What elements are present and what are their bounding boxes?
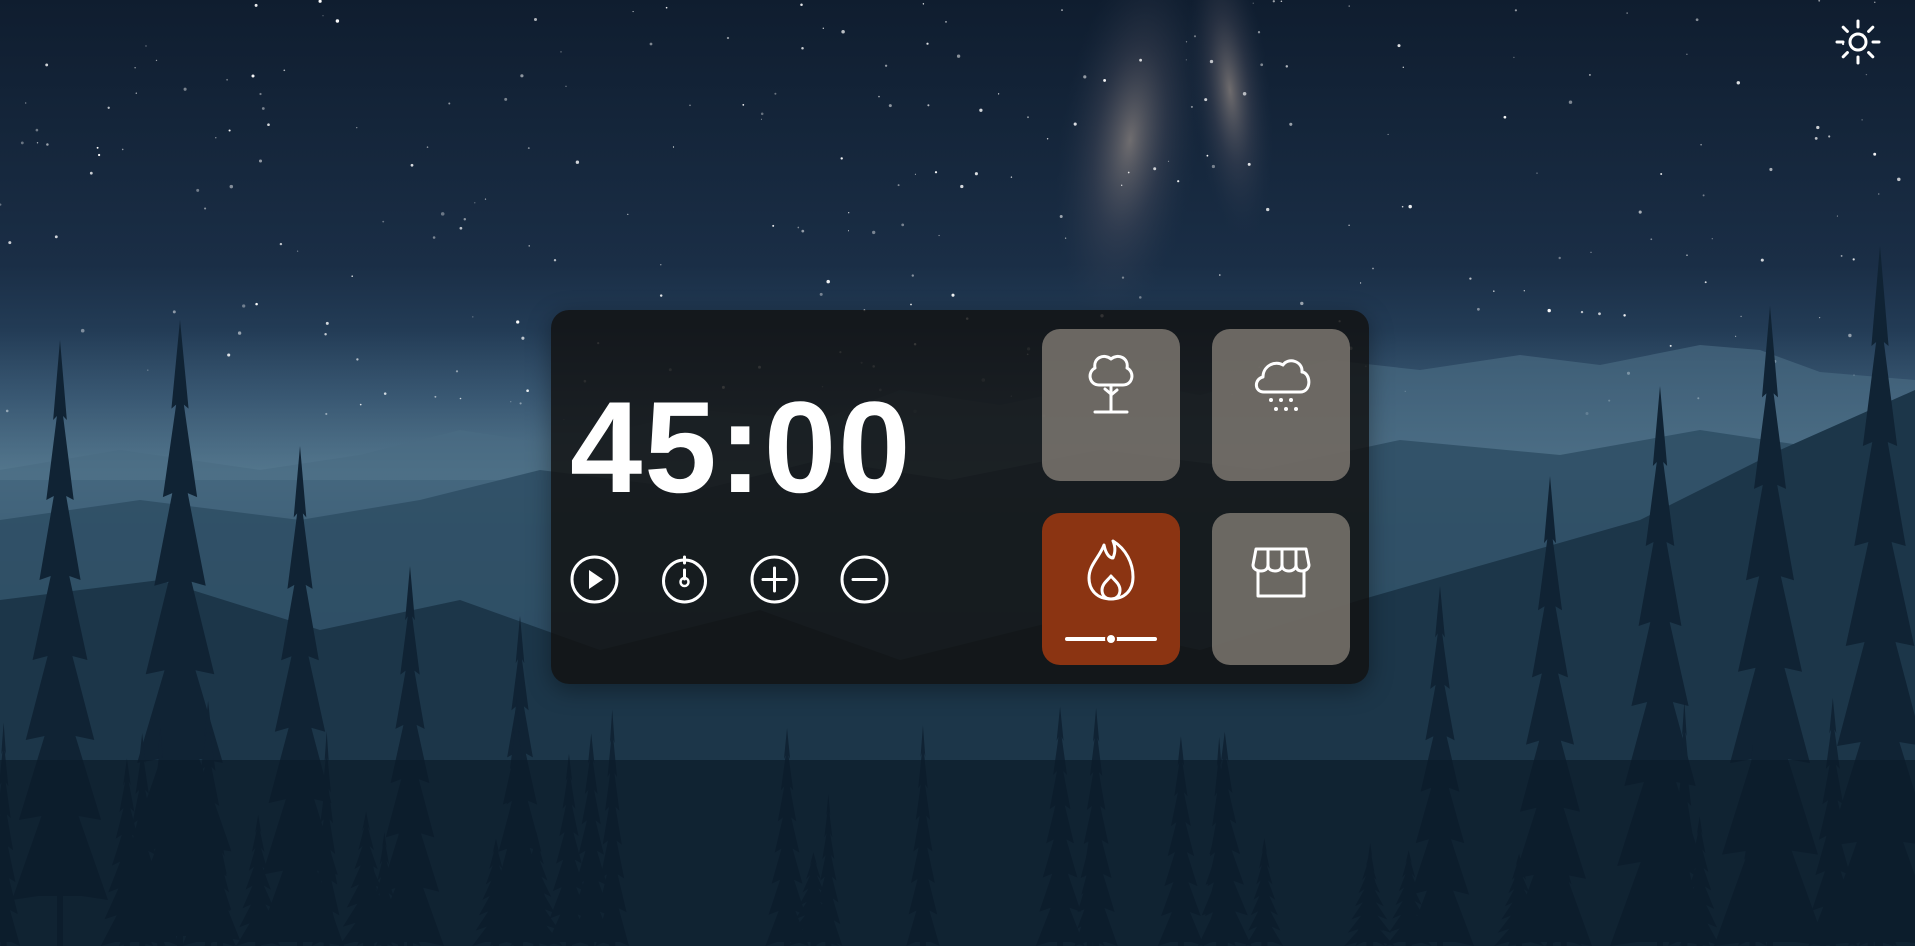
timer-display: 45:00 [570,374,913,520]
stopwatch-icon [662,555,707,604]
slider-thumb[interactable] [1105,633,1117,645]
sound-tile-fire[interactable] [1042,513,1180,665]
stopwatch-button[interactable] [660,555,709,604]
sound-tile-rain[interactable] [1212,329,1350,481]
fire-volume-slider[interactable] [1065,632,1157,646]
minus-circle-icon [840,555,889,604]
storefront-icon [1251,547,1311,598]
plus-circle-icon [750,555,799,604]
sun-icon [1835,19,1881,65]
focus-timer-panel: 45:00 [551,310,1369,684]
timer-controls [570,555,889,604]
theme-toggle-button[interactable] [1834,18,1882,66]
play-button[interactable] [570,555,619,604]
increase-time-button[interactable] [750,555,799,604]
play-icon [570,555,619,604]
sound-tile-cafe[interactable] [1212,513,1350,665]
cloud-rain-icon [1254,359,1311,411]
sound-tile-forest[interactable] [1042,329,1180,481]
tree-icon [1088,354,1134,414]
decrease-time-button[interactable] [840,555,889,604]
